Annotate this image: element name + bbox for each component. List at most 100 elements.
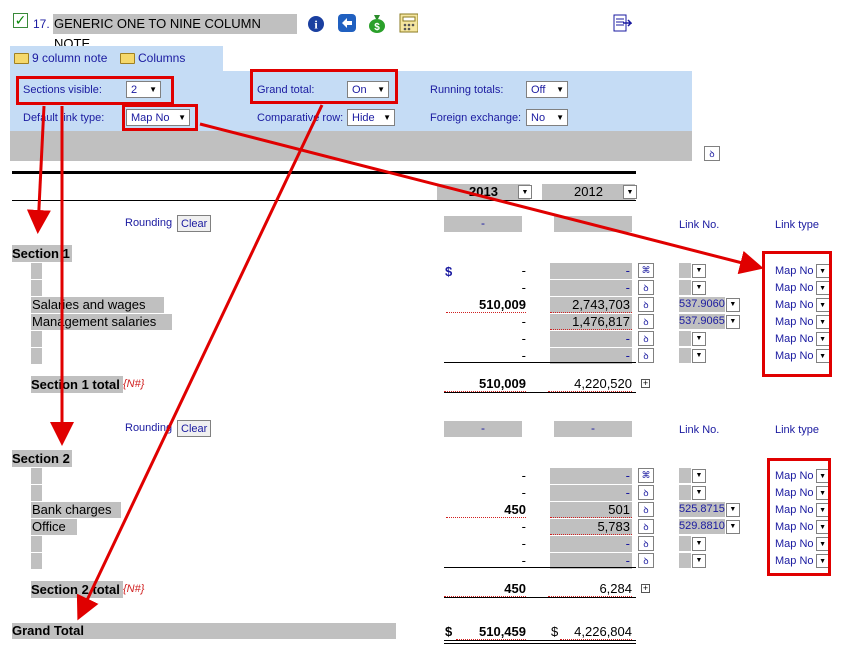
- rounding-cell-2013[interactable]: -: [444, 216, 522, 232]
- link-no-select[interactable]: ▼: [679, 485, 706, 500]
- link-no-select[interactable]: 537.9060 ▼: [679, 297, 740, 312]
- chevron-down-icon[interactable]: ▼: [623, 185, 637, 199]
- link-no-select[interactable]: ▼: [679, 553, 706, 568]
- link-no-value: [679, 468, 691, 483]
- row-value-2013[interactable]: -: [446, 263, 526, 278]
- running-totals-select[interactable]: Off ▼: [526, 81, 568, 98]
- link-no-select[interactable]: ▼: [679, 348, 706, 363]
- rounding-cell-2012[interactable]: -: [554, 421, 632, 437]
- edit-icon[interactable]: ꝺ: [638, 485, 654, 500]
- row-value-2012[interactable]: 1,476,817: [550, 314, 632, 330]
- clear-button[interactable]: Clear: [177, 215, 212, 232]
- row-label[interactable]: Management salaries: [31, 314, 172, 330]
- tab-columns[interactable]: Columns: [120, 51, 185, 65]
- edit-icon[interactable]: ꝺ: [638, 502, 654, 517]
- section-2-title[interactable]: Section 2: [12, 450, 72, 467]
- svg-text:$: $: [374, 22, 380, 33]
- expand-icon[interactable]: +: [641, 584, 650, 593]
- row-label[interactable]: Office: [31, 519, 77, 535]
- comparative-row-select[interactable]: Hide ▼: [347, 109, 395, 126]
- link-no-select[interactable]: ▼: [679, 468, 706, 483]
- export-icon[interactable]: [612, 13, 632, 33]
- info-icon[interactable]: i: [306, 14, 326, 34]
- calculator-icon[interactable]: [398, 13, 418, 33]
- foreign-exchange-select[interactable]: No ▼: [526, 109, 568, 126]
- row-value-2013[interactable]: -: [446, 280, 526, 295]
- row-value-2013[interactable]: 450: [446, 502, 526, 518]
- row-label[interactable]: Bank charges: [31, 502, 121, 518]
- row-value-2012[interactable]: -: [550, 263, 632, 279]
- section-1-subtotal-line: [444, 362, 636, 363]
- link-no-select[interactable]: 525.8715 ▼: [679, 502, 740, 517]
- note-description-bar[interactable]: [10, 131, 692, 161]
- edit-icon[interactable]: ꝺ: [638, 297, 654, 312]
- note-enabled-checkbox[interactable]: ✓: [13, 13, 28, 28]
- grand-total-label[interactable]: Grand Total: [12, 623, 396, 639]
- row-value-2012[interactable]: 2,743,703: [550, 297, 632, 313]
- section-2-total-underline: [444, 597, 636, 598]
- annotation-box-link-type-2: [767, 458, 831, 576]
- row-label[interactable]: [31, 280, 42, 296]
- link-no-select[interactable]: ▼: [679, 263, 706, 278]
- chevron-down-icon: ▼: [725, 314, 740, 329]
- tab-9-column-note[interactable]: 9 column note: [14, 51, 107, 65]
- edit-icon[interactable]: ꝺ: [638, 519, 654, 534]
- description-edit-icon[interactable]: ꝺ: [704, 146, 720, 161]
- edit-icon[interactable]: ꝺ: [638, 331, 654, 346]
- clear-button[interactable]: Clear: [177, 420, 212, 437]
- note-title[interactable]: GENERIC ONE TO NINE COLUMN NOTE: [53, 14, 297, 51]
- link-no-select[interactable]: ▼: [679, 331, 706, 346]
- row-value-2013[interactable]: -: [446, 331, 526, 346]
- command-icon[interactable]: ⌘: [638, 263, 654, 278]
- section-1-total-label[interactable]: Section 1 total: [31, 376, 123, 393]
- row-label[interactable]: [31, 553, 42, 569]
- row-value-2013[interactable]: -: [446, 485, 526, 500]
- expand-icon[interactable]: +: [641, 379, 650, 388]
- link-no-value: [679, 331, 691, 346]
- edit-icon[interactable]: ꝺ: [638, 553, 654, 568]
- link-no-select[interactable]: ▼: [679, 536, 706, 551]
- row-label[interactable]: [31, 348, 42, 364]
- row-label[interactable]: Salaries and wages: [31, 297, 165, 313]
- row-value-2012[interactable]: -: [550, 468, 632, 484]
- section-2-total-label[interactable]: Section 2 total: [31, 581, 123, 598]
- row-label[interactable]: [31, 485, 42, 501]
- edit-icon[interactable]: ꝺ: [638, 536, 654, 551]
- row-value-2012[interactable]: -: [550, 536, 632, 552]
- row-value-2012[interactable]: 501: [550, 502, 632, 518]
- row-label[interactable]: [31, 468, 42, 484]
- chevron-down-icon: ▼: [725, 502, 740, 517]
- row-value-2013[interactable]: -: [446, 553, 526, 568]
- column-header-2012[interactable]: 2012: [542, 184, 635, 200]
- row-value-2013[interactable]: 510,009: [446, 297, 526, 313]
- edit-icon[interactable]: ꝺ: [638, 280, 654, 295]
- column-header-2013[interactable]: 2013: [437, 184, 530, 200]
- rounding-cell-2013[interactable]: -: [444, 421, 522, 437]
- chevron-down-icon: ▼: [556, 113, 564, 122]
- row-value-2012[interactable]: -: [550, 280, 632, 296]
- link-no-select[interactable]: 537.9065 ▼: [679, 314, 740, 329]
- row-value-2013[interactable]: -: [446, 468, 526, 483]
- money-bag-icon[interactable]: $: [366, 13, 386, 33]
- row-label[interactable]: [31, 331, 42, 347]
- section-1-title[interactable]: Section 1: [12, 245, 72, 262]
- edit-icon[interactable]: ꝺ: [638, 314, 654, 329]
- row-value-2012[interactable]: -: [550, 485, 632, 501]
- section-2-total-2013: 450: [444, 581, 526, 597]
- command-icon[interactable]: ⌘: [638, 468, 654, 483]
- row-value-2013[interactable]: -: [446, 536, 526, 551]
- link-no-select[interactable]: 529.8810 ▼: [679, 519, 740, 534]
- row-label[interactable]: [31, 263, 42, 279]
- section-1-total-2012: 4,220,520: [548, 376, 632, 392]
- row-value-2013[interactable]: -: [446, 314, 526, 329]
- row-label[interactable]: [31, 536, 42, 552]
- chevron-down-icon[interactable]: ▼: [518, 185, 532, 199]
- row-value-2012[interactable]: -: [550, 331, 632, 347]
- edit-icon[interactable]: ꝺ: [638, 348, 654, 363]
- rounding-cell-2012[interactable]: -: [554, 216, 632, 232]
- row-value-2012[interactable]: 5,783: [550, 519, 632, 535]
- link-no-select[interactable]: ▼: [679, 280, 706, 295]
- back-arrow-icon[interactable]: [336, 13, 356, 33]
- row-value-2013[interactable]: -: [446, 348, 526, 363]
- row-value-2013[interactable]: -: [446, 519, 526, 534]
